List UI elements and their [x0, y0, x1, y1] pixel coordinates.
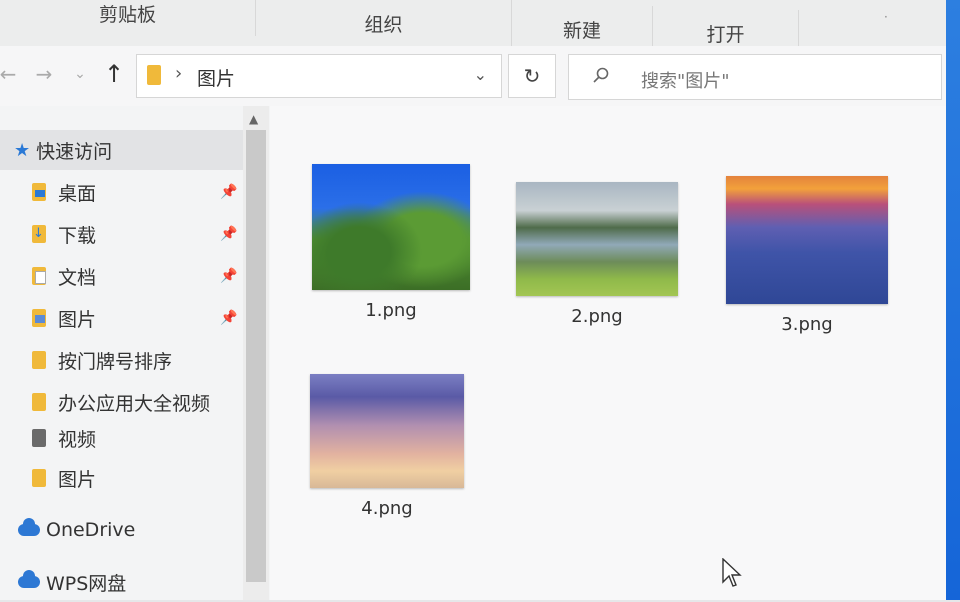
cloud-icon: [18, 518, 40, 536]
pin-icon[interactable]: 📌: [220, 226, 237, 242]
file-name[interactable]: 4.png: [310, 498, 464, 519]
star-icon: ★: [14, 139, 31, 161]
ribbon-group-organize[interactable]: 组织: [256, 0, 512, 46]
sidebar-item-office-videos[interactable]: 办公应用大全视频: [0, 382, 243, 422]
sidebar-item-label: 下载: [58, 224, 97, 247]
scroll-up-icon[interactable]: ▲: [249, 112, 258, 126]
sidebar-item-label: 快速访问: [36, 140, 113, 163]
folder-icon: [32, 351, 46, 369]
sidebar-item-videos[interactable]: 视频: [0, 418, 243, 458]
video-folder-icon: [32, 429, 46, 447]
sidebar-item-onedrive[interactable]: OneDrive: [0, 510, 243, 550]
image-thumbnail[interactable]: [516, 182, 678, 296]
refresh-button[interactable]: ↻: [508, 54, 556, 98]
desktop-background: [946, 0, 960, 600]
search-input[interactable]: 搜索"图片": [641, 67, 730, 93]
sidebar-item-label: 桌面: [58, 182, 97, 205]
image-thumbnail[interactable]: [726, 176, 888, 304]
desktop-folder-icon: [32, 183, 46, 201]
search-box[interactable]: 搜索"图片": [568, 54, 942, 100]
sidebar-item-label: 图片: [58, 308, 97, 331]
folder-icon: [32, 393, 46, 411]
navigation-pane: ★ 快速访问 桌面 📌 下载 📌 文档 📌 图片 📌 按门牌号排序: [0, 106, 245, 600]
pictures-folder-icon: [32, 309, 46, 327]
sidebar-item-label: 视频: [58, 428, 97, 451]
sidebar-item-pictures-2[interactable]: 图片: [0, 458, 243, 498]
document-folder-icon: [32, 267, 46, 285]
forward-button[interactable]: →: [30, 60, 58, 88]
navigation-row: ← → ⌄ ↑ › 图片 ⌄ ↻ 搜索"图片": [0, 46, 950, 106]
scrollbar-thumb[interactable]: [246, 130, 266, 582]
up-button[interactable]: ↑: [100, 60, 128, 88]
sidebar-item-label: 图片: [58, 468, 97, 491]
file-item[interactable]: 3.png: [726, 176, 888, 335]
sidebar-item-downloads[interactable]: 下载 📌: [0, 214, 243, 254]
folder-icon: [32, 469, 46, 487]
file-name[interactable]: 3.png: [726, 314, 888, 335]
pin-icon[interactable]: 📌: [220, 184, 237, 200]
ribbon-dot: ·: [884, 10, 888, 24]
file-name[interactable]: 2.png: [516, 306, 678, 327]
chevron-right-icon: ›: [175, 63, 183, 84]
file-item[interactable]: 2.png: [516, 182, 678, 327]
ribbon: 剪贴板 组织 新建 打开 ·: [0, 0, 950, 56]
sidebar-item-sort-by-house-number[interactable]: 按门牌号排序: [0, 340, 243, 380]
sidebar-item-label: OneDrive: [46, 519, 136, 541]
file-list: 1.png 2.png 3.png 4.png: [270, 106, 950, 600]
cloud-icon: [18, 570, 40, 588]
ribbon-group-clipboard[interactable]: 剪贴板: [0, 0, 256, 36]
sidebar-item-pictures[interactable]: 图片 📌: [0, 298, 243, 338]
search-icon: [593, 67, 609, 83]
sidebar-item-wps-drive[interactable]: WPS网盘: [0, 562, 243, 602]
file-explorer-window: 剪贴板 组织 新建 打开 · ← → ⌄ ↑ › 图片 ⌄ ↻ 搜索"图片" ★…: [0, 0, 950, 600]
recent-locations-button[interactable]: ⌄: [66, 60, 94, 88]
file-item[interactable]: 4.png: [310, 374, 464, 519]
address-path[interactable]: 图片: [197, 64, 235, 91]
sidebar-item-desktop[interactable]: 桌面 📌: [0, 172, 243, 212]
sidebar-item-label: 办公应用大全视频: [58, 392, 211, 415]
download-folder-icon: [32, 225, 46, 243]
file-item[interactable]: 1.png: [312, 164, 470, 321]
image-thumbnail[interactable]: [312, 164, 470, 290]
mouse-cursor-icon: [722, 558, 742, 587]
sidebar-item-label: 按门牌号排序: [58, 350, 173, 373]
sidebar-item-label: 文档: [58, 266, 97, 289]
sidebar-scrollbar[interactable]: ▲: [243, 106, 269, 600]
address-bar[interactable]: › 图片 ⌄: [136, 54, 502, 98]
sidebar-item-quick-access[interactable]: ★ 快速访问: [0, 130, 243, 170]
sidebar-item-label: WPS网盘: [46, 572, 127, 595]
image-thumbnail[interactable]: [310, 374, 464, 488]
pin-icon[interactable]: 📌: [220, 310, 237, 326]
folder-icon: [147, 65, 161, 85]
file-name[interactable]: 1.png: [312, 300, 470, 321]
sidebar-item-documents[interactable]: 文档 📌: [0, 256, 243, 296]
back-button[interactable]: ←: [0, 60, 22, 88]
pin-icon[interactable]: 📌: [220, 268, 237, 284]
chevron-down-icon[interactable]: ⌄: [474, 65, 487, 84]
